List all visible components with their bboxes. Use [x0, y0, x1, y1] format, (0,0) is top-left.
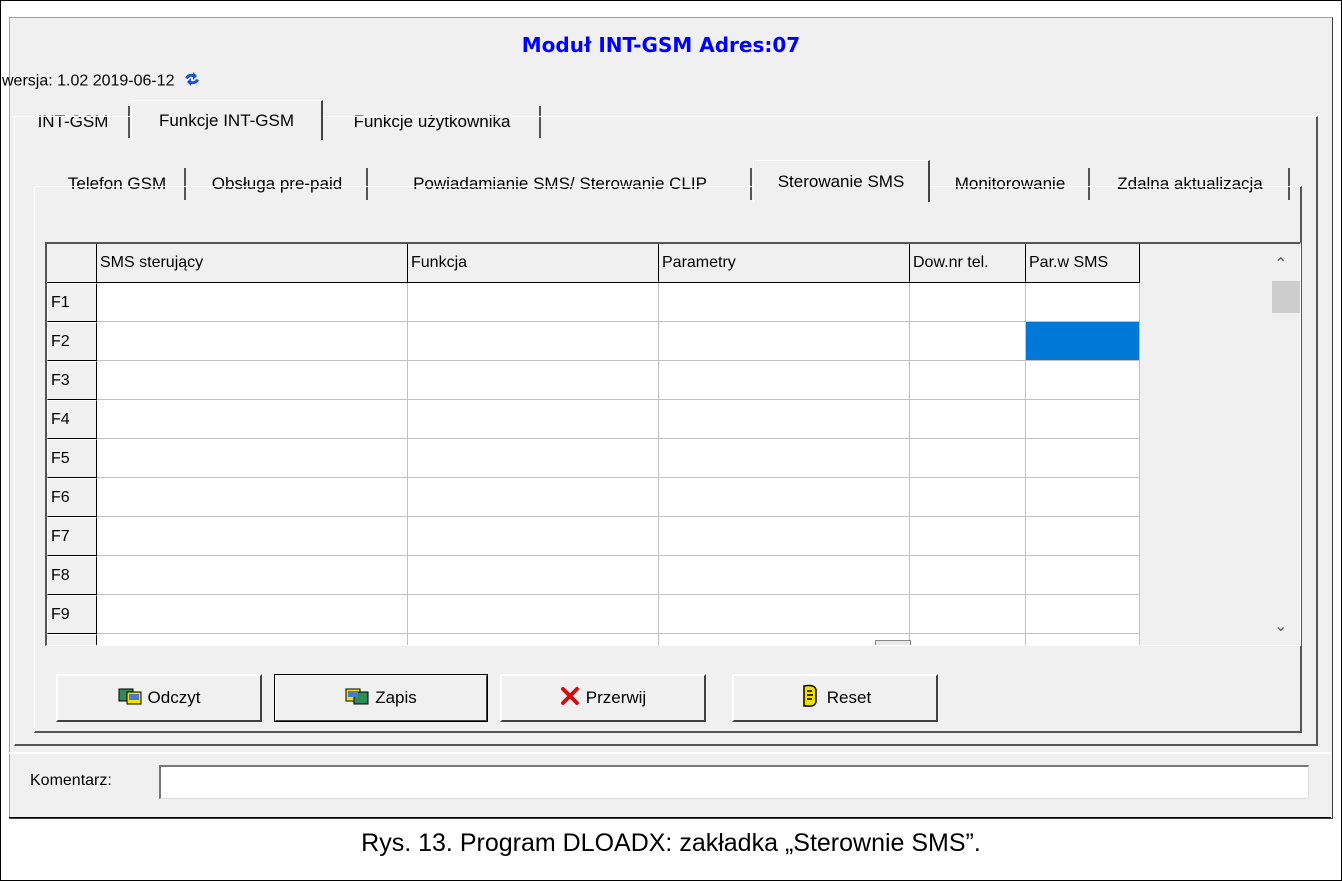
grid-cell[interactable] [97, 361, 408, 400]
tab-label: Sterowanie SMS [777, 171, 905, 191]
row-header[interactable]: F4 [47, 400, 97, 439]
grid-cell[interactable] [408, 595, 659, 634]
grid-cell[interactable] [1026, 361, 1140, 400]
reset-button[interactable]: Reset [732, 674, 938, 722]
grid-cell[interactable] [910, 634, 1026, 645]
grid-cell[interactable] [910, 361, 1026, 400]
read-button[interactable]: Odczyt [56, 674, 262, 722]
grid-cell[interactable] [659, 556, 910, 595]
grid-cell[interactable] [97, 556, 408, 595]
row-header[interactable]: F9 [47, 595, 97, 634]
grid-cell[interactable] [1026, 283, 1140, 322]
scrollbar-thumb[interactable] [1272, 281, 1300, 313]
figure-caption: Rys. 13. Program DLOADX: zakładka „Stero… [361, 829, 981, 857]
grid-cell[interactable] [408, 400, 659, 439]
close-icon [560, 686, 580, 711]
grid-cell[interactable] [910, 595, 1026, 634]
comment-input[interactable] [159, 765, 1309, 799]
grid-cell[interactable] [1026, 517, 1140, 556]
abort-label: Przerwij [585, 688, 647, 707]
grid-cell[interactable] [910, 322, 1026, 361]
row-header[interactable]: F8 [47, 556, 97, 595]
version-info: wersja: 1.02 2019-06-12 [2, 72, 201, 91]
grid-cell[interactable] [408, 478, 659, 517]
grid-cell[interactable] [408, 439, 659, 478]
reset-icon [799, 684, 821, 713]
column-header[interactable]: Parametry [659, 244, 910, 283]
tab-label: Funkcje INT-GSM [158, 110, 295, 130]
grid-cell[interactable] [659, 400, 910, 439]
chevron-up-icon[interactable]: ⌃ [1274, 254, 1287, 273]
row-header[interactable]: F1 [47, 283, 97, 322]
row-header[interactable]: F2 [47, 322, 97, 361]
grid-cell[interactable] [1026, 400, 1140, 439]
subtab-sterowanie-sms[interactable]: Sterowanie SMS [753, 160, 930, 202]
grid-cell[interactable] [97, 478, 408, 517]
grid-cell[interactable] [910, 400, 1026, 439]
row-header[interactable]: F5 [47, 439, 97, 478]
grid-cell[interactable] [1026, 439, 1140, 478]
grid-cell[interactable] [97, 283, 408, 322]
grid-cell[interactable] [910, 556, 1026, 595]
window-bottom-edge [9, 817, 1331, 818]
grid-cell[interactable] [97, 322, 408, 361]
column-header[interactable]: Funkcja [408, 244, 659, 283]
grid-cell[interactable] [97, 595, 408, 634]
read-label: Odczyt [147, 688, 201, 707]
vertical-scrollbar[interactable]: ⌃ ⌄ [1265, 244, 1300, 644]
row-header[interactable]: F7 [47, 517, 97, 556]
grid-cell[interactable] [1026, 634, 1140, 645]
row-header[interactable]: F10 [47, 634, 97, 645]
column-header[interactable]: Dow.nr tel. [910, 244, 1026, 283]
version-label: wersja: 1.02 2019-06-12 [2, 72, 175, 90]
grid-cell[interactable] [910, 517, 1026, 556]
horizontal-scroll-thumb[interactable] [875, 640, 911, 645]
reset-label: Reset [826, 688, 872, 707]
row-header[interactable]: F3 [47, 361, 97, 400]
module-title: Moduł INT-GSM Adres:07 [521, 33, 801, 57]
grid-cell[interactable] [97, 400, 408, 439]
grid-cell[interactable] [659, 361, 910, 400]
grid-corner [47, 244, 97, 283]
grid-cell[interactable] [408, 634, 659, 645]
chevron-down-icon[interactable]: ⌄ [1274, 616, 1287, 635]
sms-control-grid[interactable]: SMS sterujący Funkcja Parametry Dow.nr tel.… [45, 242, 1301, 646]
refresh-arrows-icon[interactable] [183, 72, 201, 91]
grid-cell[interactable] [408, 361, 659, 400]
grid-cell[interactable] [659, 322, 910, 361]
column-header[interactable]: Par.w SMS [1026, 244, 1140, 283]
tab-funkcje-int-gsm[interactable]: Funkcje INT-GSM [131, 100, 323, 140]
grid-cell[interactable] [659, 517, 910, 556]
grid-cell[interactable] [408, 283, 659, 322]
grid-cell[interactable] [408, 556, 659, 595]
write-button[interactable]: Zapis [274, 674, 488, 722]
abort-button[interactable]: Przerwij [500, 674, 706, 722]
grid-cell[interactable] [1026, 478, 1140, 517]
grid-cell[interactable] [408, 322, 659, 361]
grid-cell[interactable] [659, 283, 910, 322]
grid-cell[interactable] [910, 478, 1026, 517]
grid-cell[interactable] [659, 595, 910, 634]
grid-cell[interactable] [97, 634, 408, 645]
write-icon [345, 686, 369, 711]
grid-cell[interactable] [97, 517, 408, 556]
grid-cell[interactable] [659, 439, 910, 478]
grid-cell[interactable] [1026, 595, 1140, 634]
read-icon [118, 686, 142, 711]
grid-cell[interactable] [408, 517, 659, 556]
grid-cell[interactable] [910, 439, 1026, 478]
column-header[interactable]: SMS sterujący [97, 244, 408, 283]
comment-label: Komentarz: [30, 772, 112, 789]
grid-cell[interactable] [659, 478, 910, 517]
grid-cell[interactable] [910, 283, 1026, 322]
write-label: Zapis [375, 688, 417, 707]
grid-cell[interactable] [1026, 556, 1140, 595]
grid-cell[interactable] [1026, 322, 1140, 361]
grid-cell[interactable] [97, 439, 408, 478]
row-header[interactable]: F6 [47, 478, 97, 517]
grid-cell[interactable] [659, 634, 910, 645]
